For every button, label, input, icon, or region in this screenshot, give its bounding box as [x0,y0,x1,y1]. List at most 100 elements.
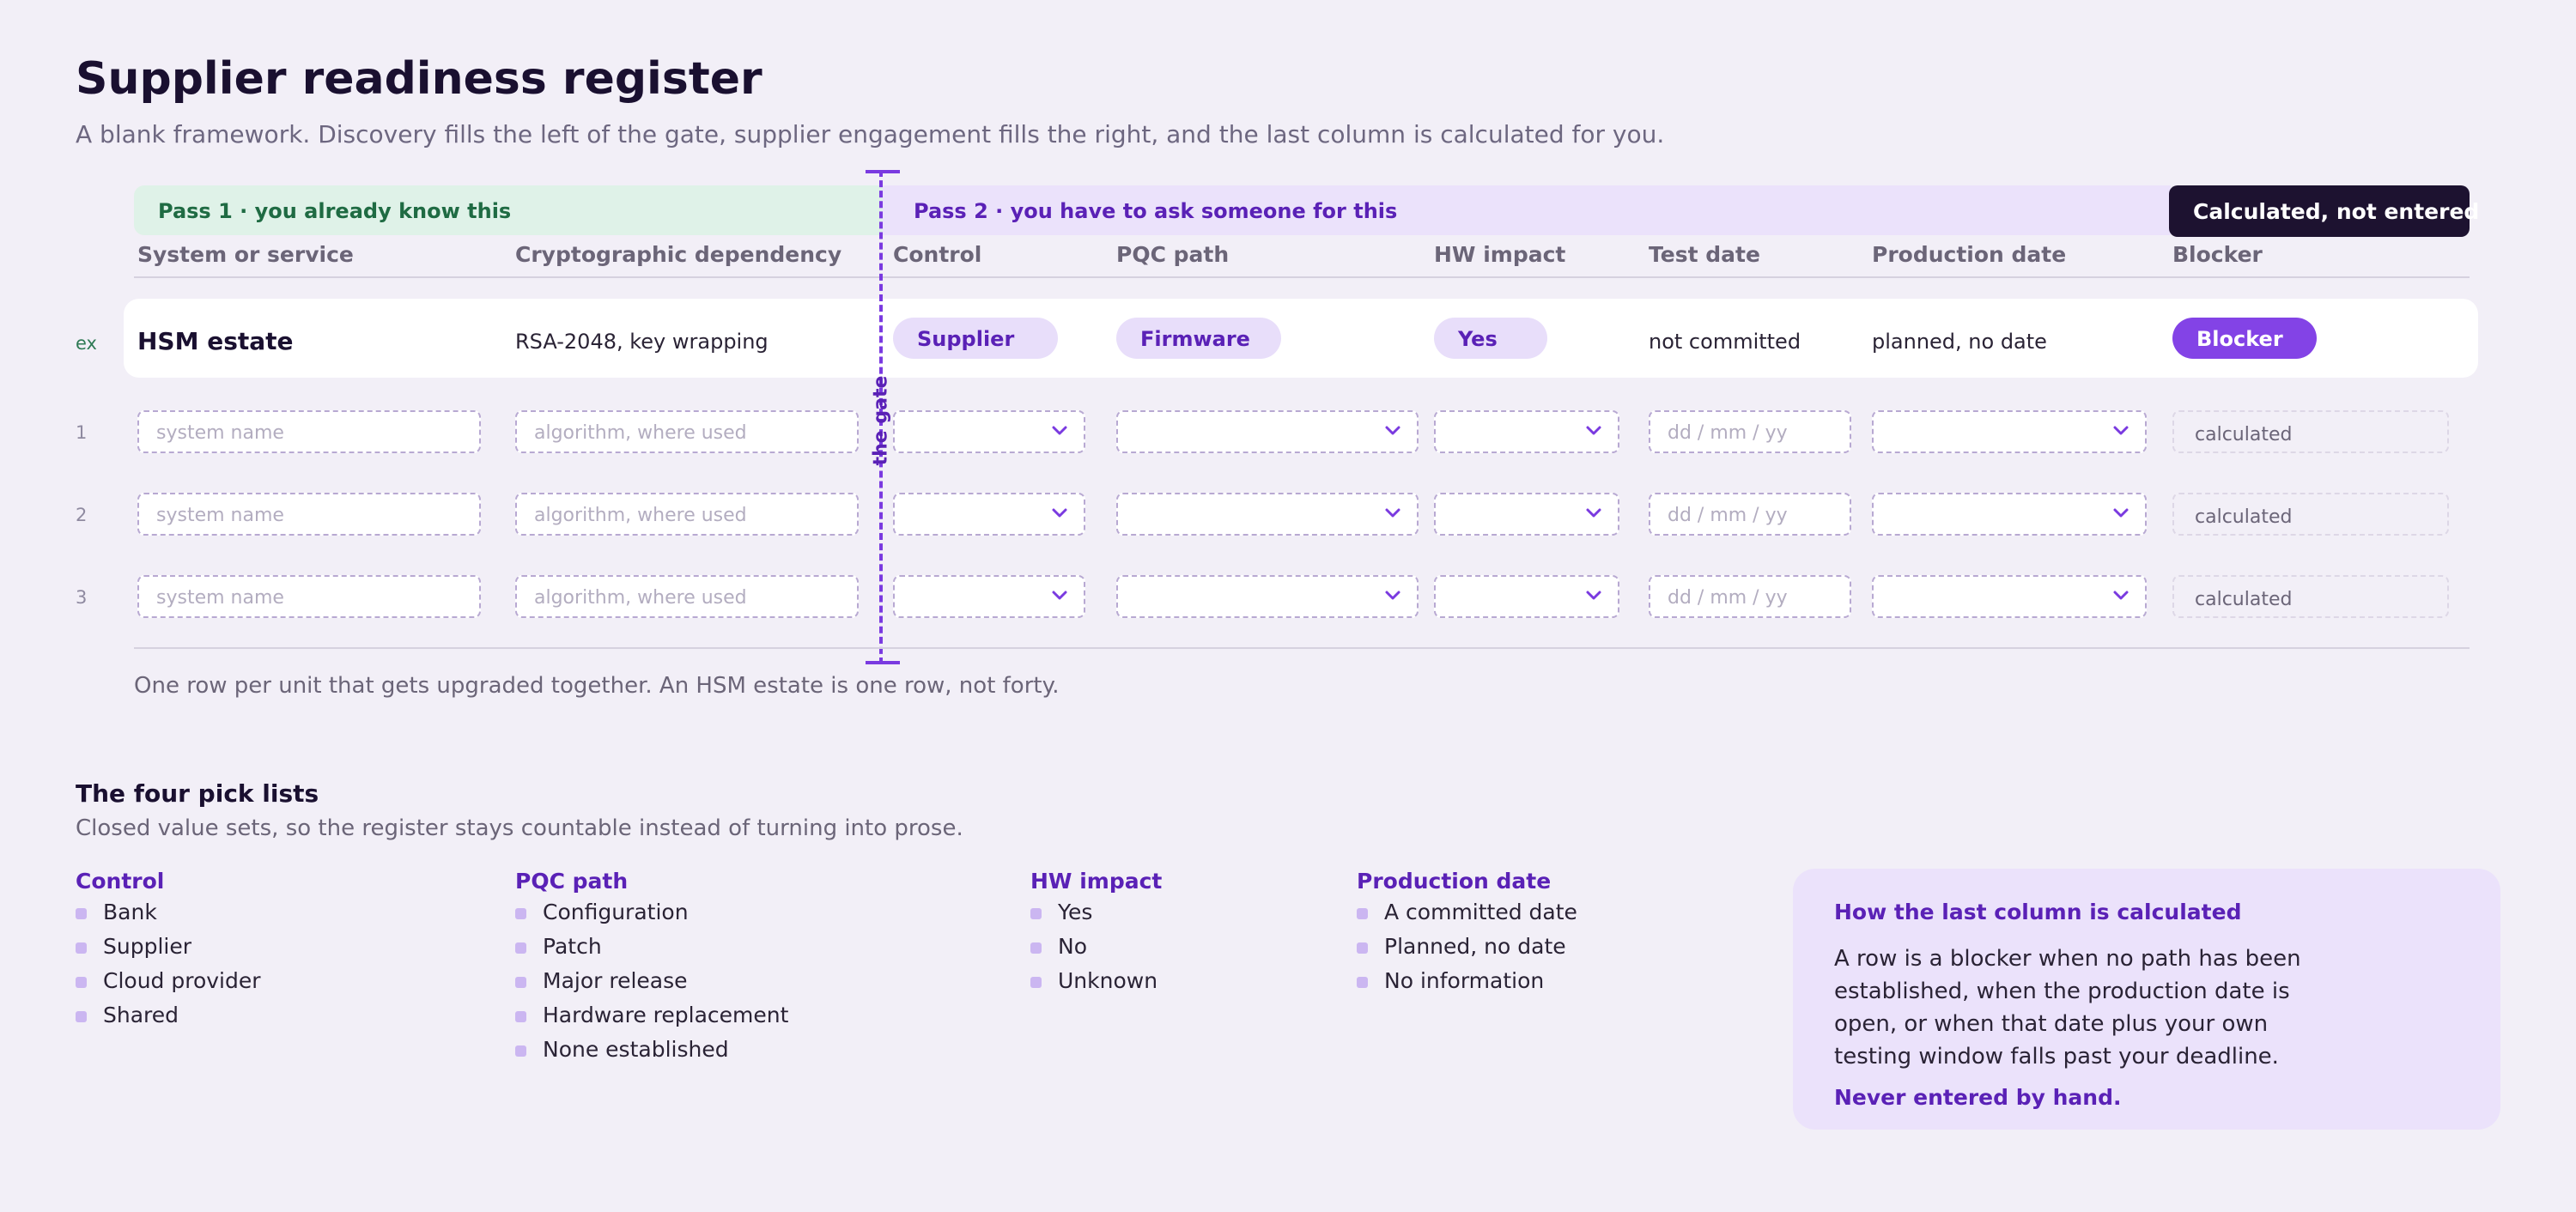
picklist-title: HW impact [1030,869,1163,894]
calculation-info-box: How the last column is calculated A row … [1793,869,2500,1130]
picklist-title: PQC path [515,869,629,894]
picklist-hw-impact: HW impact Yes No Unknown [1030,869,1162,998]
row-label: 2 [76,505,88,525]
example-hw-pill: Yes [1434,318,1547,359]
chevron-down-icon [1583,503,1604,524]
example-blocker-pill: Blocker [2172,318,2317,359]
picklist-control: Control Bank Supplier Cloud provider Sha… [76,869,261,1033]
placeholder-text: system name [156,422,284,444]
info-title: How the last column is calculated [1834,900,2242,924]
example-hw-impact: Yes [1458,327,1498,351]
col-header-system: System or service [137,242,354,267]
example-pqc-path: Firmware [1140,327,1250,351]
chevron-down-icon [1049,421,1070,441]
picklists-title: The four pick lists [76,779,319,808]
list-item: None established [515,1033,788,1067]
pqc-path-select[interactable] [1116,493,1419,536]
chevron-down-icon [1049,585,1070,606]
col-header-test-date: Test date [1649,242,1760,267]
chevron-down-icon [1049,503,1070,524]
col-header-hw-impact: HW impact [1434,242,1566,267]
example-control-pill: Supplier [893,318,1058,359]
test-date-input[interactable]: dd / mm / yy [1649,410,1851,453]
chevron-down-icon [2111,585,2131,606]
list-item: Patch [515,930,788,964]
list-item: Bank [76,895,261,930]
gate-cap-top [866,170,900,173]
col-header-production-date: Production date [1872,242,2067,267]
example-test-date: not committed [1649,330,1801,354]
list-item: Major release [515,964,788,998]
placeholder-text: dd / mm / yy [1668,587,1788,609]
picklists-subtitle: Closed value sets, so the register stays… [76,815,963,841]
chevron-down-icon [2111,503,2131,524]
gate-label: the gate [870,375,892,466]
production-date-select[interactable] [1872,575,2147,618]
row-label: 3 [76,587,88,608]
col-header-dependency: Cryptographic dependency [515,242,842,267]
calculated-badge-label: Calculated, not entered [2193,199,2480,224]
pqc-path-select[interactable] [1116,410,1419,453]
pqc-path-select[interactable] [1116,575,1419,618]
page-title: Supplier readiness register [76,53,762,105]
info-footer: Never entered by hand. [1834,1085,2122,1110]
pass1-label: Pass 1 · you already know this [158,199,512,223]
example-blocker: Blocker [2196,327,2283,351]
hw-impact-select[interactable] [1434,493,1619,536]
production-date-select[interactable] [1872,493,2147,536]
placeholder-text: algorithm, where used [534,587,747,609]
list-item: Cloud provider [76,964,261,998]
example-system: HSM estate [137,327,294,355]
example-dependency: RSA-2048, key wrapping [515,330,769,354]
picklist-title: Production date [1357,869,1552,894]
dependency-input[interactable]: algorithm, where used [515,575,859,618]
placeholder-text: dd / mm / yy [1668,505,1788,526]
calculated-badge: Calculated, not entered [2169,185,2479,237]
list-item: Planned, no date [1357,930,1577,964]
example-control: Supplier [917,327,1015,351]
calculated-text: calculated [2195,506,2293,528]
chevron-down-icon [1583,421,1604,441]
test-date-input[interactable]: dd / mm / yy [1649,575,1851,618]
dependency-input[interactable]: algorithm, where used [515,410,859,453]
list-item: A committed date [1357,895,1577,930]
page-subtitle: A blank framework. Discovery fills the l… [76,120,1665,148]
system-name-input[interactable]: system name [137,493,481,536]
table-bottom-divider [134,647,2470,649]
system-name-input[interactable]: system name [137,410,481,453]
list-item: Hardware replacement [515,998,788,1033]
example-production-date: planned, no date [1872,330,2047,354]
placeholder-text: algorithm, where used [534,505,747,526]
list-item: No [1030,930,1162,964]
list-item: Shared [76,998,261,1033]
control-select[interactable] [893,575,1085,618]
chevron-down-icon [2111,421,2131,441]
blocker-calculated-cell: calculated [2172,575,2449,618]
col-header-pqc-path: PQC path [1116,242,1230,267]
list-item: Supplier [76,930,261,964]
header-divider [134,276,2470,278]
list-item: Configuration [515,895,788,930]
placeholder-text: dd / mm / yy [1668,422,1788,444]
row-label: 1 [76,422,88,443]
placeholder-text: system name [156,587,284,609]
control-select[interactable] [893,410,1085,453]
hw-impact-select[interactable] [1434,410,1619,453]
control-select[interactable] [893,493,1085,536]
list-item: No information [1357,964,1577,998]
placeholder-text: algorithm, where used [534,422,747,444]
gate-label-wrap: the gate [864,375,898,466]
chevron-down-icon [1382,421,1403,441]
example-row [124,299,2478,378]
blocker-calculated-cell: calculated [2172,410,2449,453]
hw-impact-select[interactable] [1434,575,1619,618]
system-name-input[interactable]: system name [137,575,481,618]
placeholder-text: system name [156,505,284,526]
test-date-input[interactable]: dd / mm / yy [1649,493,1851,536]
dependency-input[interactable]: algorithm, where used [515,493,859,536]
chevron-down-icon [1382,585,1403,606]
row-label-example: ex [76,333,97,354]
production-date-select[interactable] [1872,410,2147,453]
picklist-title: Control [76,869,165,894]
chevron-down-icon [1583,585,1604,606]
